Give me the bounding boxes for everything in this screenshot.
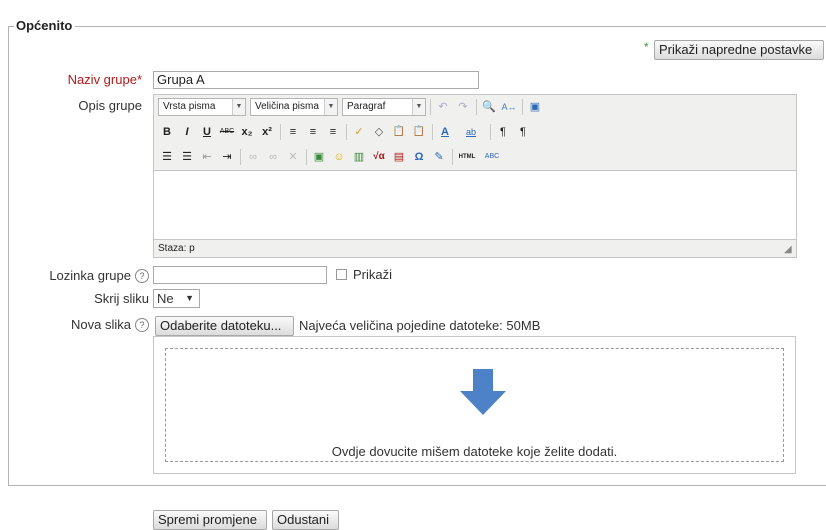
required-star: *: [136, 72, 142, 87]
save-changes-button[interactable]: Spremi promjene: [153, 510, 267, 530]
toolbar-separator: [522, 99, 523, 115]
text-color-icon[interactable]: A: [436, 123, 454, 141]
no-link-icon[interactable]: ✕: [284, 148, 302, 166]
numbered-list-icon[interactable]: ☰: [178, 148, 196, 166]
toolbar-separator: [240, 149, 241, 165]
new-picture-label-text: Nova slika: [71, 317, 131, 332]
description-editor: Vrsta pisma ▼ Veličina pisma ▼ Paragraf ▼ ↶…: [153, 94, 797, 258]
help-icon[interactable]: ?: [135, 268, 149, 283]
subscript-icon[interactable]: x₂: [238, 123, 256, 141]
hide-picture-select[interactable]: Ne ▼: [153, 289, 200, 308]
new-picture-label: Nova slika?: [0, 317, 149, 333]
toolbar-separator: [490, 124, 491, 140]
password-input[interactable]: [153, 266, 327, 284]
undo-icon[interactable]: ↶: [434, 98, 452, 116]
choose-file-button[interactable]: Odaberite datoteku...: [155, 316, 294, 336]
spellcheck-icon[interactable]: ABC: [480, 148, 504, 166]
password-label: Lozinka grupe?: [0, 268, 149, 284]
html-source-icon[interactable]: HTML: [456, 148, 478, 166]
font-family-select[interactable]: Vrsta pisma ▼: [158, 98, 246, 116]
group-name-input[interactable]: Grupa A: [153, 71, 479, 89]
toolbar-separator: [432, 124, 433, 140]
superscript-icon[interactable]: x²: [258, 123, 276, 141]
group-name-label: Naziv grupe*: [0, 72, 142, 87]
bullet-list-icon[interactable]: ☰: [158, 148, 176, 166]
chemistry-icon[interactable]: ▤: [390, 148, 408, 166]
table-icon[interactable]: ✎: [430, 148, 448, 166]
font-size-value: Veličina pisma: [255, 101, 319, 112]
show-password-label: Prikaži: [353, 267, 393, 282]
outdent-icon[interactable]: ⇤: [198, 148, 216, 166]
format-value: Paragraf: [347, 101, 386, 112]
link-icon[interactable]: ∞: [244, 148, 262, 166]
dropzone-text: Ovdje dovucite mišem datoteke koje želit…: [331, 444, 618, 459]
toolbar-row-3: ☰ ☰ ⇤ ⇥ ∞ ∞ ✕ ▣ ☺ ▥ √α ▤ Ω ✎ HTML ABC: [158, 146, 788, 168]
emoticon-icon[interactable]: ☺: [330, 148, 348, 166]
strikethrough-icon[interactable]: ABC: [218, 123, 236, 141]
chevron-down-icon: ▼: [232, 99, 245, 115]
chevron-down-icon: ▼: [412, 99, 425, 115]
show-password-checkbox[interactable]: [336, 269, 347, 280]
toolbar-row-1: Vrsta pisma ▼ Veličina pisma ▼ Paragraf ▼ ↶…: [158, 96, 788, 118]
resize-handle-icon[interactable]: ◢: [784, 245, 794, 255]
align-left-icon[interactable]: ≡: [284, 123, 302, 141]
hide-picture-value: Ne: [157, 291, 174, 306]
font-family-value: Vrsta pisma: [163, 101, 216, 112]
equation-icon[interactable]: √α: [370, 148, 388, 166]
unlink-icon[interactable]: ∞: [264, 148, 282, 166]
max-file-size-text: Najveća veličina pojedine datoteke: 50MB: [299, 318, 541, 333]
ltr-icon[interactable]: ¶: [494, 123, 512, 141]
find-icon[interactable]: 🔍: [480, 98, 498, 116]
show-advanced-button[interactable]: Prikaži napredne postavke: [654, 40, 824, 60]
advanced-star: *: [644, 40, 649, 54]
special-char-icon[interactable]: Ω: [410, 148, 428, 166]
section-legend: Općenito: [14, 18, 76, 33]
download-arrow-icon: [460, 369, 506, 415]
toolbar-separator: [476, 99, 477, 115]
cleanup-icon[interactable]: ✓: [350, 123, 368, 141]
toolbar-row-2: B I U ABC x₂ x² ≡ ≡ ≡ ✓ ◇ 📋 📋 A ab ¶ ¶: [158, 121, 788, 143]
cancel-button[interactable]: Odustani: [272, 510, 339, 530]
hide-picture-label: Skrij sliku: [94, 291, 149, 306]
highlight-color-icon[interactable]: ab: [462, 123, 480, 141]
indent-icon[interactable]: ⇥: [218, 148, 236, 166]
underline-icon[interactable]: U: [198, 123, 216, 141]
chevron-down-icon: ▼: [324, 99, 337, 115]
editor-toolbar: Vrsta pisma ▼ Veličina pisma ▼ Paragraf ▼ ↶…: [154, 95, 796, 171]
paste-text-icon[interactable]: 📋: [390, 123, 408, 141]
chevron-down-icon: ▼: [185, 293, 194, 303]
media-icon[interactable]: ▥: [350, 148, 368, 166]
toolbar-separator: [306, 149, 307, 165]
editor-path-text: Staza: p: [158, 243, 195, 254]
toolbar-separator: [452, 149, 453, 165]
replace-icon[interactable]: A↔: [500, 98, 518, 116]
eraser-icon[interactable]: ◇: [370, 123, 388, 141]
toolbar-separator: [346, 124, 347, 140]
rtl-icon[interactable]: ¶: [514, 123, 532, 141]
editor-path-status: Staza: p ◢: [154, 239, 796, 257]
help-icon[interactable]: ?: [135, 317, 149, 332]
bold-icon[interactable]: B: [158, 123, 176, 141]
align-right-icon[interactable]: ≡: [324, 123, 342, 141]
file-dropzone[interactable]: Ovdje dovucite mišem datoteke koje želit…: [153, 336, 796, 474]
font-size-select[interactable]: Veličina pisma ▼: [250, 98, 338, 116]
description-label: Opis grupe: [78, 98, 142, 113]
password-label-text: Lozinka grupe: [49, 268, 131, 283]
format-select[interactable]: Paragraf ▼: [342, 98, 426, 116]
group-name-label-text: Naziv grupe: [67, 72, 137, 87]
image-icon[interactable]: ▣: [310, 148, 328, 166]
fullscreen-icon[interactable]: ▣: [526, 98, 544, 116]
dropzone-dashed-area: Ovdje dovucite mišem datoteke koje želit…: [165, 348, 784, 462]
paste-word-icon[interactable]: 📋: [410, 123, 428, 141]
redo-icon[interactable]: ↷: [454, 98, 472, 116]
align-center-icon[interactable]: ≡: [304, 123, 322, 141]
italic-icon[interactable]: I: [178, 123, 196, 141]
toolbar-separator: [280, 124, 281, 140]
toolbar-separator: [430, 99, 431, 115]
